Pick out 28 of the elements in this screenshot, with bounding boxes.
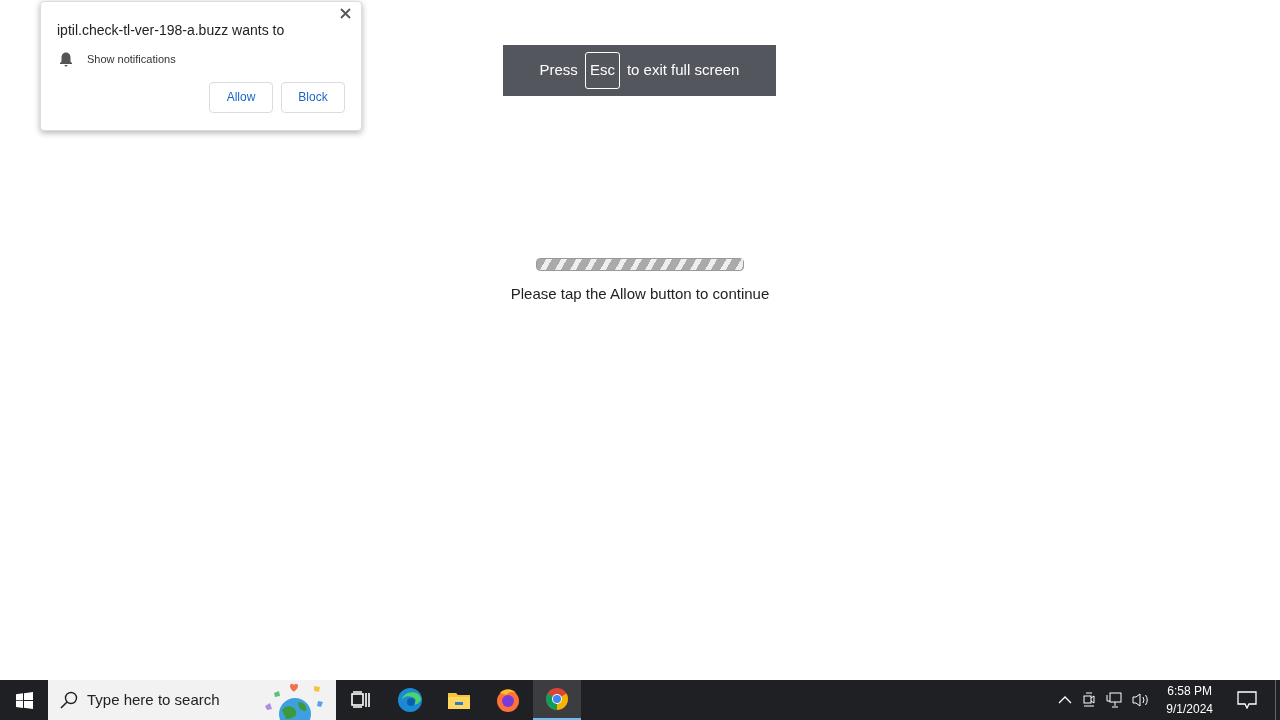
clock-time: 6:58 PM bbox=[1167, 683, 1212, 700]
fox-globe-icon bbox=[495, 687, 521, 713]
prompt-button[interactable]: Block bbox=[281, 81, 345, 113]
camera-icon[interactable] bbox=[1082, 692, 1097, 708]
notification-icon[interactable] bbox=[1237, 691, 1257, 709]
search-field[interactable]: Type here to search bbox=[48, 680, 336, 720]
toast-text: to exit full screen bbox=[626, 60, 740, 81]
clock-date: 9/1/2024 bbox=[1166, 701, 1213, 718]
speaker-icon[interactable] bbox=[1132, 692, 1151, 708]
toast-text: Press bbox=[539, 60, 578, 81]
key-cap: Esc bbox=[584, 52, 620, 89]
permission-label: Show notifications bbox=[87, 52, 176, 67]
search-icon bbox=[60, 691, 78, 709]
close-button[interactable] bbox=[340, 8, 351, 19]
bell-icon bbox=[59, 51, 73, 67]
clock[interactable]: 6:58 PM 9/1/2024 bbox=[1160, 682, 1219, 718]
browser-wave-icon bbox=[397, 687, 423, 713]
popup-title: iptil.check-tl-ver-198-a.buzz wants to bbox=[57, 21, 286, 40]
close-icon bbox=[340, 8, 351, 19]
windows-icon bbox=[15, 691, 33, 709]
prompt-button[interactable]: Allow bbox=[209, 81, 273, 113]
network-icon[interactable] bbox=[1106, 692, 1123, 708]
taskbar-app[interactable] bbox=[533, 680, 581, 720]
search-input[interactable]: Type here to search bbox=[87, 688, 257, 712]
chrome-icon bbox=[545, 687, 569, 711]
instruction-text: Please tap the Allow button to continue bbox=[510, 284, 770, 304]
chevron-up-icon[interactable] bbox=[1058, 696, 1073, 704]
task-view-icon bbox=[351, 691, 371, 709]
